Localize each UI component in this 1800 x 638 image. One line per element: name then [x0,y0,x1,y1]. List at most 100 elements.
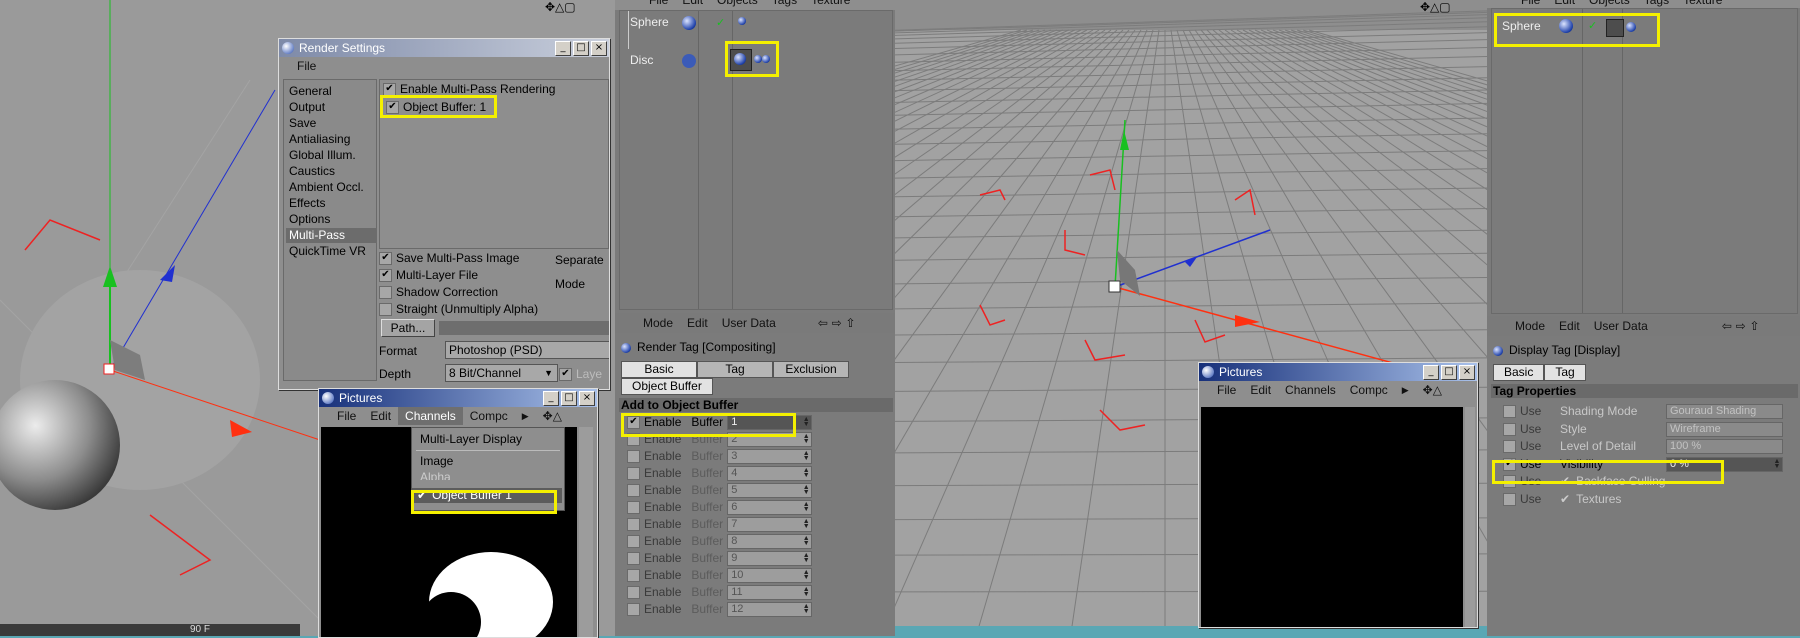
menu-texture[interactable]: Texture [1676,0,1729,8]
multilayer-file-row[interactable]: ✔ Multi-Layer File [379,268,478,283]
menu-edit[interactable]: Edit [687,313,708,333]
straight-alpha-checkbox[interactable] [379,303,392,317]
use-checkbox[interactable] [1503,492,1516,506]
menu-user-data[interactable]: User Data [722,313,776,333]
object-row-sphere[interactable]: Sphere [630,15,669,30]
spinner-icon[interactable]: ▲ ▼ [802,535,810,547]
menu-compositing[interactable]: Compc [463,407,515,425]
tag-property-row[interactable]: Use Style Wireframe [1503,422,1783,437]
enable-checkbox[interactable] [627,467,640,481]
use-checkbox[interactable] [1503,422,1516,436]
multilayer-file-checkbox[interactable]: ✔ [379,269,392,283]
spinner-icon[interactable]: ▲ ▼ [802,586,810,598]
maximize-button[interactable]: □ [561,391,577,406]
shadow-correction-checkbox[interactable] [379,286,392,300]
buffer-row[interactable]: Enable Buffer 8 ▲ ▼ [627,534,813,550]
buffer-number-field[interactable]: 5 ▲ ▼ [727,483,813,499]
menu-edit[interactable]: Edit [363,407,398,425]
buffer-number-field[interactable]: 6 ▲ ▼ [727,500,813,516]
enable-checkbox[interactable] [627,569,640,583]
category-item[interactable]: Options [286,212,377,227]
tab-tag[interactable]: Tag [1544,364,1586,381]
property-value-field[interactable]: Wireframe [1666,421,1783,437]
property-value-field[interactable]: 100 % [1666,439,1783,455]
menu-file[interactable]: File [1491,0,1547,8]
straight-alpha-row[interactable]: Straight (Unmultiply Alpha) [379,302,538,317]
render-settings-window[interactable]: Render Settings _ □ × File General Output Sa… [278,38,610,390]
category-item-selected[interactable]: Multi-Pass [286,228,377,243]
menu-objects[interactable]: Objects [710,0,765,10]
spinner-icon[interactable]: ▲ ▼ [802,450,810,462]
category-item[interactable]: Ambient Occl. [286,180,377,195]
spinner-icon[interactable]: ▲ ▼ [802,501,810,513]
format-dropdown[interactable]: Photoshop (PSD) [445,341,609,359]
category-item[interactable]: Caustics [286,164,377,179]
menu-item-alpha[interactable]: Alpha [420,470,451,480]
layer-option[interactable]: ✔ Laye [559,367,602,382]
tab-basic[interactable]: Basic [1493,364,1545,381]
close-button[interactable]: × [591,41,607,56]
buffer-number-field[interactable]: 11 ▲ ▼ [727,585,813,601]
depth-dropdown[interactable]: 8 Bit/Channel ▼ [445,364,558,382]
buffer-number-field[interactable]: 12 ▲ ▼ [727,602,813,618]
spinner-icon[interactable]: ▲ ▼ [802,518,810,530]
menu-item-image[interactable]: Image [420,454,453,469]
move-icon[interactable]: ✥△ [1416,381,1449,399]
enable-checkbox[interactable] [627,535,640,549]
render-settings-titlebar[interactable]: Render Settings _ □ × [279,39,609,57]
category-item[interactable]: Antialiasing [286,132,377,147]
spinner-icon[interactable]: ▲ ▼ [802,569,810,581]
use-checkbox[interactable] [1503,405,1516,419]
save-multipass-row[interactable]: ✔ Save Multi-Pass Image [379,251,519,266]
chevron-right-icon[interactable]: ▶ [515,407,536,425]
spinner-icon[interactable]: ▲ ▼ [802,467,810,479]
picture-scrollbar[interactable] [579,427,593,637]
save-multipass-checkbox[interactable]: ✔ [379,252,392,266]
category-item[interactable]: Effects [286,196,377,211]
buffer-row[interactable]: Enable Buffer 5 ▲ ▼ [627,483,813,499]
buffer-number-field[interactable]: 7 ▲ ▼ [727,517,813,533]
layer-checkbox[interactable]: ✔ [559,368,572,382]
buffer-number-field[interactable]: 4 ▲ ▼ [727,466,813,482]
object-row-disc[interactable]: Disc [630,53,653,68]
menu-file[interactable]: File [619,0,675,10]
tag-property-row[interactable]: Use Level of Detail 100 % [1503,439,1783,455]
menu-compositing[interactable]: Compc [1343,381,1395,399]
tag-property-row[interactable]: Use ✔ Textures [1503,492,1706,507]
buffer-row[interactable]: Enable Buffer 7 ▲ ▼ [627,517,813,533]
menu-item-multilayer-display[interactable]: Multi-Layer Display [420,432,522,447]
menu-tags[interactable]: Tags [765,0,804,10]
enable-checkbox[interactable] [627,518,640,532]
nav-arrows-icon[interactable]: ⇦ ⇨ ⇧ [818,313,856,333]
buffer-number-field[interactable]: 9 ▲ ▼ [727,551,813,567]
path-button[interactable]: Path... [381,319,435,337]
path-field[interactable] [439,321,609,335]
menu-file[interactable]: File [283,57,323,75]
category-item[interactable]: Save [286,116,377,131]
category-item[interactable]: Output [286,100,377,115]
buffer-number-field[interactable]: 3 ▲ ▼ [727,449,813,465]
use-checkbox[interactable] [1503,440,1516,454]
spinner-icon[interactable]: ▲ ▼ [1773,458,1781,470]
enable-checkbox[interactable] [627,450,640,464]
spinner-icon[interactable]: ▲ ▼ [802,433,810,445]
minimize-button[interactable]: _ [543,391,559,406]
menu-mode[interactable]: Mode [1493,316,1545,336]
maximize-button[interactable]: □ [1441,365,1457,380]
shadow-correction-row[interactable]: Shadow Correction [379,285,498,300]
menu-edit[interactable]: Edit [675,0,710,10]
spinner-icon[interactable]: ▲ ▼ [802,416,810,428]
pictures-left-titlebar[interactable]: Pictures _ □ × [319,389,597,407]
tag-property-row[interactable]: Use Shading Mode Gouraud Shading [1503,404,1783,420]
nav-arrows-icon[interactable]: ⇦ ⇨ ⇧ [1722,316,1760,336]
enable-checkbox[interactable] [627,603,640,617]
maximize-button[interactable]: □ [573,41,589,56]
category-item[interactable]: Global Illum. [286,148,377,163]
menu-tags[interactable]: Tags [1637,0,1676,8]
close-button[interactable]: × [1459,365,1475,380]
menu-file[interactable]: File [323,407,363,425]
buffer-row[interactable]: Enable Buffer 11 ▲ ▼ [627,585,813,601]
viewport-nav-icons[interactable]: ✥△▢ [1420,0,1451,14]
buffer-number-field[interactable]: 10 ▲ ▼ [727,568,813,584]
pictures-window-left[interactable]: Pictures _ □ × File Edit Channels Compc ▶ … [318,388,598,638]
